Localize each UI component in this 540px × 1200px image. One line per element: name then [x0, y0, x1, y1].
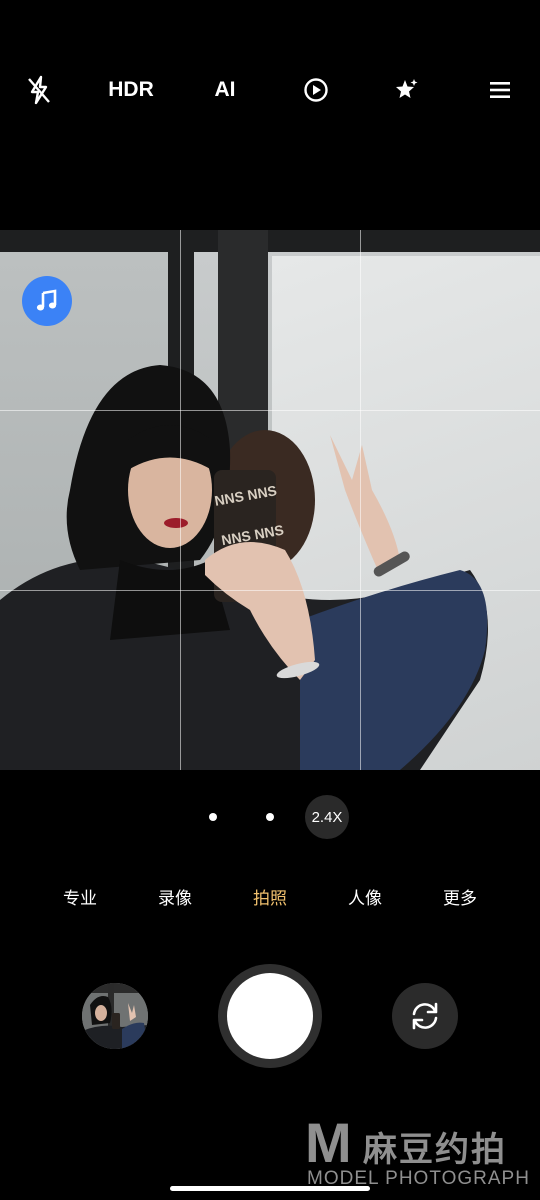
- switch-camera-icon[interactable]: [392, 983, 458, 1049]
- watermark: M 麻豆约拍 MODEL PHOTOGRAPH: [305, 1110, 535, 1190]
- menu-icon[interactable]: [478, 70, 522, 110]
- magic-star-icon[interactable]: [385, 70, 429, 110]
- subject-photo: NNS NNS NNS NNS NNS NNS: [0, 365, 488, 770]
- camera-viewfinder[interactable]: NNS NNS NNS NNS NNS NNS: [0, 230, 540, 770]
- mode-carousel: 专业 录像 拍照 人像 更多: [0, 884, 540, 914]
- hdr-toggle[interactable]: HDR: [108, 70, 154, 110]
- grid-line: [0, 410, 540, 411]
- ai-toggle[interactable]: AI: [203, 70, 247, 110]
- home-indicator[interactable]: [170, 1186, 370, 1191]
- shutter-button[interactable]: [218, 964, 322, 1068]
- mode-photo[interactable]: 拍照: [235, 884, 305, 909]
- zoom-option-dot[interactable]: [209, 813, 217, 821]
- grid-line: [180, 230, 181, 770]
- top-toolbar: HDR AI: [0, 60, 540, 120]
- zoom-selector: 2.4X: [0, 795, 540, 839]
- live-photo-icon[interactable]: [294, 70, 338, 110]
- watermark-cn: 麻豆约拍: [363, 1130, 507, 1170]
- watermark-logo: M: [305, 1111, 352, 1174]
- zoom-level-button[interactable]: 2.4X: [305, 795, 349, 839]
- flash-off-icon[interactable]: [17, 70, 61, 110]
- zoom-option-dot[interactable]: [266, 813, 274, 821]
- grid-line: [0, 590, 540, 591]
- music-note-icon[interactable]: [22, 276, 72, 326]
- mode-video[interactable]: 录像: [140, 884, 210, 909]
- grid-line: [360, 230, 361, 770]
- mode-more[interactable]: 更多: [425, 884, 495, 909]
- mode-portrait[interactable]: 人像: [330, 884, 400, 909]
- gallery-thumbnail[interactable]: [82, 983, 148, 1049]
- mode-pro[interactable]: 专业: [45, 884, 115, 909]
- shutter-inner: [227, 973, 313, 1059]
